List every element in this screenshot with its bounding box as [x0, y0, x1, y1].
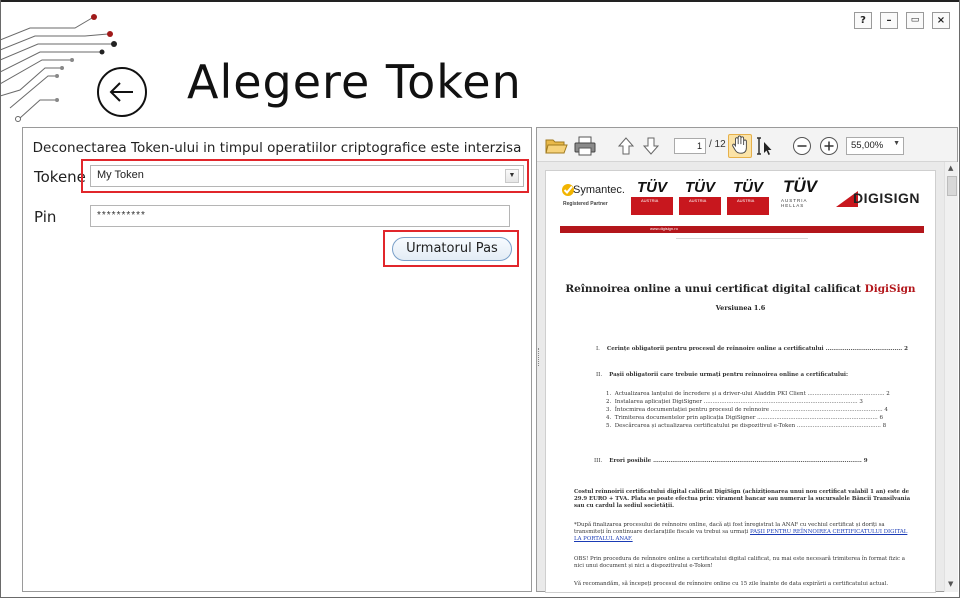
zoom-in-icon[interactable] — [819, 136, 839, 156]
doc-title: Reînnoirea online a unui certificat digi… — [546, 283, 935, 295]
scroll-down-icon[interactable]: ▼ — [948, 580, 953, 588]
doc-title-text: Reînnoirea online a unui certificat digi… — [565, 283, 865, 295]
token-label: Tokene — [34, 168, 86, 186]
splitter-handle[interactable] — [538, 348, 541, 366]
hellas-text: AUSTRIA HELLAS — [781, 198, 808, 208]
window-controls: ? – ▭ × — [854, 12, 950, 29]
tuv-text: TÜV — [685, 179, 715, 196]
tuv-hellas-logo: TÜV AUSTRIA HELLAS — [777, 177, 823, 219]
hand-icon[interactable] — [731, 135, 749, 155]
token-highlight-box — [81, 159, 529, 193]
next-step-button[interactable]: Urmatorul Pas — [392, 237, 512, 261]
warning-text: Deconectarea Token-ului in timpul operat… — [32, 140, 522, 156]
tuv-text: TÜV — [733, 179, 763, 196]
pin-input[interactable]: ********** — [90, 205, 510, 227]
doc-paragraph: Costul reînnoirii certificatului digital… — [574, 489, 911, 509]
zoom-out-icon[interactable] — [792, 136, 812, 156]
tuv-logo-1: TÜV AUSTRIA — [631, 179, 673, 217]
symantec-subtext: Registered Partner — [563, 201, 608, 207]
doc-web-text: www.digisign.ro — [650, 226, 678, 231]
toc-item: II. Pașii obligatorii care trebuie urmaț… — [596, 372, 849, 378]
scroll-thumb[interactable] — [947, 176, 957, 196]
tuv-austria-text: AUSTRIA — [641, 198, 659, 203]
doc-paragraph: Vă recomandăm, să începeți procesul de r… — [574, 581, 889, 587]
tuv-red-block: AUSTRIA — [679, 197, 721, 215]
page-number-input[interactable]: 1 — [674, 138, 706, 154]
printer-icon[interactable] — [574, 136, 596, 156]
tuv-austria-text: AUSTRIA — [737, 198, 755, 203]
token-selection-panel: Deconectarea Token-ului in timpul operat… — [22, 127, 532, 592]
toc-item: 1. Actualizarea lanțului de încredere și… — [606, 391, 890, 397]
arrow-down-icon[interactable] — [642, 136, 660, 156]
toc-item: 5. Descărcarea și actualizarea certifica… — [606, 423, 887, 429]
back-arrow-icon[interactable] — [95, 65, 149, 119]
tuv-text: TÜV — [783, 177, 817, 196]
page-total: / 12 — [709, 139, 726, 150]
folder-open-icon[interactable] — [544, 136, 568, 156]
pdf-page: Symantec. Registered Partner TÜV AUSTRIA… — [545, 170, 936, 593]
doc-paragraph: OBS! Prin procedura de reînnoire online … — [574, 556, 905, 569]
doc-address: ————————————————————————————————— — [676, 235, 808, 240]
page-title: Alegere Token — [187, 55, 522, 109]
vertical-scrollbar[interactable]: ▲ ▼ — [944, 162, 958, 592]
zoom-select[interactable]: 55,00% ▼ — [846, 137, 904, 155]
pin-label: Pin — [34, 208, 57, 226]
help-button[interactable]: ? — [854, 12, 872, 29]
toc-item: I. Cerințe obligatorii pentru procesul d… — [596, 346, 908, 352]
doc-title-brand: DigiSign — [864, 283, 916, 295]
chevron-down-icon[interactable]: ▼ — [893, 140, 900, 147]
pdf-viewer: 1 / 12 55,00% ▼ Symantec. Registered Par… — [536, 127, 958, 593]
toc-item: III. Erori posibile ....................… — [594, 458, 868, 464]
doc-logo-strip: Symantec. Registered Partner TÜV AUSTRIA… — [561, 177, 923, 223]
minimize-button[interactable]: – — [880, 12, 898, 29]
doc-header-strip: www.digisign.ro — [560, 226, 924, 233]
toc-item: 4. Trimiterea documentelor prin aplicați… — [606, 415, 883, 421]
pdf-toolbar: 1 / 12 55,00% ▼ — [537, 128, 957, 162]
tuv-text: TÜV — [637, 179, 667, 196]
zoom-value: 55,00% — [851, 140, 884, 151]
symantec-logo: Symantec. — [573, 184, 625, 196]
maximize-button[interactable]: ▭ — [906, 12, 924, 29]
close-button[interactable]: × — [932, 12, 950, 29]
tuv-red-block: AUSTRIA — [727, 197, 769, 215]
scroll-up-icon[interactable]: ▲ — [948, 164, 953, 172]
tuv-logo-3: TÜV AUSTRIA — [727, 179, 769, 217]
doc-version: Versiunea 1.6 — [715, 304, 766, 312]
digisign-logo: DIGISIGN — [853, 190, 921, 206]
tuv-austria-text: AUSTRIA — [689, 198, 707, 203]
doc-paragraph: *După finalizarea procesului de reînnoir… — [574, 522, 908, 542]
toc-item: 3. Întocmirea documentației pentru proce… — [606, 407, 888, 413]
arrow-up-icon[interactable] — [617, 136, 635, 156]
tuv-logo-2: TÜV AUSTRIA — [679, 179, 721, 217]
text-select-icon[interactable] — [756, 136, 774, 156]
toc-item: 2. Instalarea aplicației DigiSigner ....… — [606, 399, 863, 405]
tuv-red-block: AUSTRIA — [631, 197, 673, 215]
